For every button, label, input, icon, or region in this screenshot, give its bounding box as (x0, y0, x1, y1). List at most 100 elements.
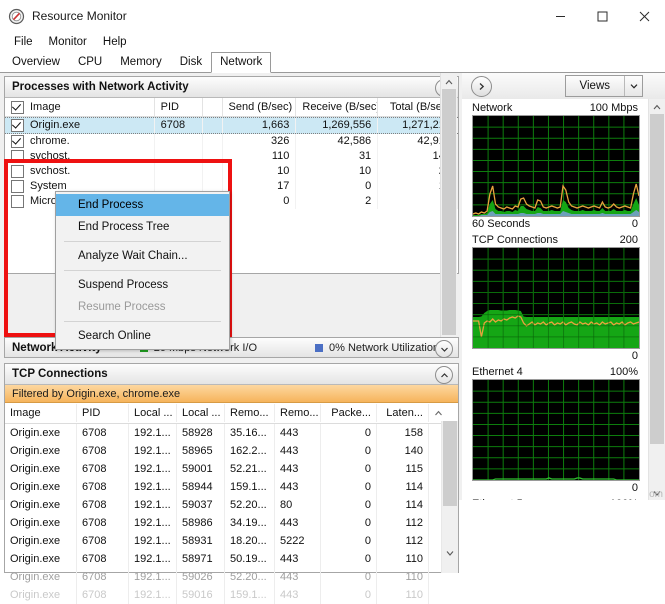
tcp-section-header[interactable]: TCP Connections (5, 364, 458, 385)
tcp-column-latency[interactable]: Laten... (377, 404, 429, 422)
tcp-latency-cell: 140 (377, 442, 429, 460)
tcp-connection-row[interactable]: Origin.exe 6708 192.1... 58944 159.1... 443 0 1… (5, 478, 458, 496)
tcp-connection-row[interactable]: Origin.exe 6708 192.1... 58986 34.19... 443 0 1… (5, 514, 458, 532)
tcp-column-remote-port[interactable]: Remo... (275, 404, 321, 422)
column-header-image[interactable]: Image (5, 98, 155, 116)
process-pid-cell (155, 149, 203, 164)
processes-section-header[interactable]: Processes with Network Activity (5, 77, 458, 98)
process-row[interactable]: svchost.101021 (5, 164, 459, 179)
right-scroll-up-arrow[interactable] (649, 100, 665, 113)
tcp-connection-row[interactable]: Origin.exe 6708 192.1... 59001 52.21... 443 0 1… (5, 460, 458, 478)
process-checkbox[interactable] (11, 119, 24, 132)
tcp-remote-address-cell: 159.1... (225, 586, 275, 604)
tcp-column-packet-loss[interactable]: Packe... (321, 404, 377, 422)
tcp-packet-loss-cell: 0 (321, 496, 377, 514)
tcp-pid-cell: 6708 (77, 442, 129, 460)
tcp-remote-port-cell: 443 (275, 424, 321, 442)
tcp-remote-address-cell: 159.1... (225, 478, 275, 496)
tcp-scrollbar[interactable] (441, 421, 458, 573)
tcp-packet-loss-cell: 0 (321, 478, 377, 496)
tcp-connection-row[interactable]: Origin.exe 6708 192.1... 58971 50.19... 443 0 1… (5, 550, 458, 568)
process-checkbox[interactable] (11, 165, 24, 178)
tcp-column-pid[interactable]: PID (77, 404, 129, 422)
tab-network[interactable]: Network (211, 52, 272, 73)
graph-title: TCP Connections (472, 234, 559, 246)
process-row[interactable]: svchost.11031141 (5, 149, 459, 164)
menu-help[interactable]: Help (95, 34, 135, 50)
process-image-cell: Origin.exe (5, 118, 155, 133)
title-bar: Resource Monitor (0, 0, 665, 32)
tcp-local-address-cell: 192.1... (129, 496, 177, 514)
tcp-connection-row[interactable]: Origin.exe 6708 192.1... 59026 52.20... 443 0 1… (5, 568, 458, 586)
tcp-connection-row[interactable]: Origin.exe 6708 192.1... 59037 52.20... 80 0 11… (5, 496, 458, 514)
tab-overview[interactable]: Overview (3, 52, 69, 73)
menu-file[interactable]: File (6, 34, 41, 50)
minimize-button[interactable] (539, 0, 581, 32)
chevron-up-icon[interactable] (435, 366, 453, 384)
process-row[interactable]: Origin.exe 6708 1,663 1,269,556 1,271,219 (5, 117, 459, 134)
graph-footer: 0 (472, 349, 638, 363)
tcp-image-cell: Origin.exe (5, 460, 77, 478)
process-spacer-cell (203, 134, 223, 149)
context-menu-item[interactable]: End Process (56, 194, 229, 216)
context-menu-item[interactable]: Search Online (56, 325, 229, 347)
tcp-connection-row[interactable]: Origin.exe 6708 192.1... 58928 35.16... 443 0 1… (5, 424, 458, 442)
process-row[interactable]: chrome. 326 42,586 42,912 (5, 134, 459, 149)
process-receive-cell: 1,269,556 (296, 118, 379, 133)
tcp-connections-section: TCP Connections Filtered by Origin.exe, … (4, 363, 459, 604)
process-send-cell: 110 (223, 149, 297, 164)
tcp-pid-cell: 6708 (77, 568, 129, 586)
tcp-column-local-address[interactable]: Local ... (129, 404, 177, 422)
process-checkbox[interactable] (11, 135, 24, 148)
menu-monitor[interactable]: Monitor (41, 34, 95, 50)
tcp-filter-label: Filtered by Origin.exe, chrome.exe (12, 387, 181, 400)
tcp-connection-row[interactable]: Origin.exe 6708 192.1... 58965 162.2... 443 0 1… (5, 442, 458, 460)
content-area: Processes with Network Activity Image PI… (0, 73, 665, 604)
tab-disk[interactable]: Disk (171, 52, 211, 73)
views-button[interactable]: Views (564, 75, 643, 97)
left-panel-scrollbar[interactable] (440, 73, 457, 337)
scroll-up-arrow[interactable] (441, 75, 457, 88)
process-checkbox[interactable] (11, 180, 24, 193)
tcp-connection-row[interactable]: Origin.exe 6708 192.1... 58931 18.20... 5222 0… (5, 532, 458, 550)
tcp-column-local-port[interactable]: Local ... (177, 404, 225, 422)
tcp-connection-row[interactable]: Origin.exe 6708 192.1... 59016 159.1... 443 0 1… (5, 586, 458, 604)
scroll-thumb[interactable] (442, 89, 456, 335)
right-scroll-thumb[interactable] (650, 114, 664, 444)
tab-bar: Overview CPU Memory Disk Network (0, 52, 665, 73)
graph-block: Ethernet 4 100% 0 (462, 363, 648, 495)
process-checkbox[interactable] (11, 150, 24, 163)
maximize-button[interactable] (581, 0, 623, 32)
process-checkbox[interactable] (11, 195, 24, 208)
tcp-local-address-cell: 192.1... (129, 424, 177, 442)
context-menu-item[interactable]: Suspend Process (56, 274, 229, 296)
process-context-menu: End Process End Process Tree Analyze Wait … (55, 191, 230, 350)
tcp-column-remote-address[interactable]: Remo... (225, 404, 275, 422)
close-button[interactable] (623, 0, 665, 32)
tab-cpu[interactable]: CPU (69, 52, 111, 73)
tcp-scroll-down-arrow[interactable] (442, 546, 458, 559)
chevron-down-icon[interactable] (624, 76, 642, 96)
tcp-local-port-cell: 58928 (177, 424, 225, 442)
context-menu-item[interactable]: Analyze Wait Chain... (56, 245, 229, 267)
right-panel-scrollbar[interactable] (649, 99, 665, 500)
chevron-down-icon[interactable] (435, 340, 453, 358)
graphs-container: Network 100 Mbps 60 Seconds 0 TCP Connection… (462, 99, 649, 500)
tcp-column-image[interactable]: Image (5, 404, 77, 422)
tcp-pid-cell: 6708 (77, 586, 129, 604)
tab-memory[interactable]: Memory (111, 52, 171, 73)
column-header-receive[interactable]: Receive (B/sec) (296, 98, 379, 116)
chevron-right-icon[interactable] (471, 75, 492, 97)
graph-labels: TCP Connections 200 (472, 233, 638, 247)
context-menu-item[interactable]: End Process Tree (56, 216, 229, 238)
process-receive-cell: 2 (296, 194, 379, 209)
tcp-remote-address-cell: 52.21... (225, 460, 275, 478)
select-all-checkbox[interactable] (11, 100, 24, 114)
tcp-latency-cell: 158 (377, 424, 429, 442)
processes-section-title: Processes with Network Activity (12, 81, 189, 93)
column-header-pid[interactable]: PID (155, 98, 203, 116)
column-header-send[interactable]: Send (B/sec) (223, 98, 297, 116)
tcp-scroll-thumb[interactable] (443, 421, 457, 506)
tcp-sort-indicator-icon (429, 404, 443, 422)
graph-block: TCP Connections 200 0 (462, 231, 648, 363)
